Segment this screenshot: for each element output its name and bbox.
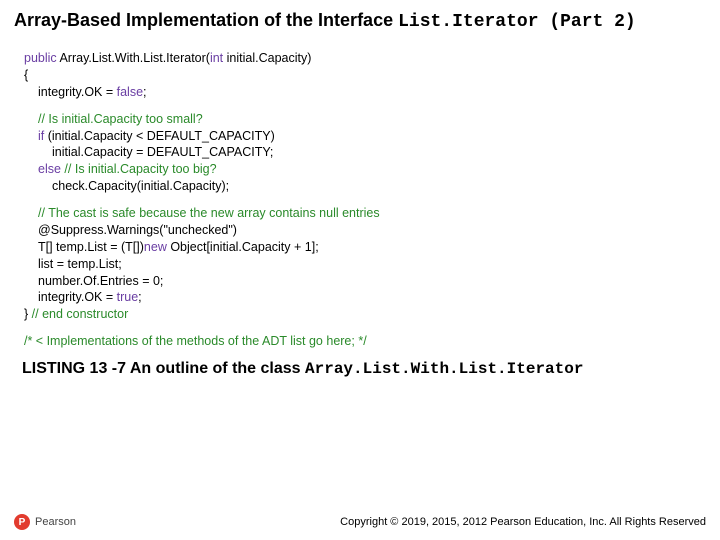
p-icon: P	[14, 514, 30, 530]
code-line: {	[24, 67, 720, 84]
keyword-int: int	[210, 51, 223, 65]
code-line: number.Of.Entries = 0;	[24, 273, 720, 290]
code-line: else // Is initial.Capacity too big?	[24, 161, 720, 178]
code-line: if (initial.Capacity < DEFAULT_CAPACITY)	[24, 128, 720, 145]
code-line: public Array.List.With.List.Iterator(int…	[24, 50, 720, 67]
listing-caption: LISTING 13 -7 An outline of the class Ar…	[0, 350, 720, 378]
listing-text: LISTING 13 -7 An outline of the class	[22, 360, 305, 377]
code-line: check.Capacity(initial.Capacity);	[24, 178, 720, 195]
code-line: @Suppress.Warnings("unchecked")	[24, 222, 720, 239]
code-comment: // Is initial.Capacity too big?	[64, 162, 216, 176]
keyword-true: true	[117, 290, 139, 304]
title-text: Array-Based Implementation of the Interf…	[14, 10, 398, 30]
code-line: T[] temp.List = (T[])new Object[initial.…	[24, 239, 720, 256]
keyword-new: new	[144, 240, 167, 254]
brand-text: Pearson	[35, 516, 76, 528]
slide-title: Array-Based Implementation of the Interf…	[0, 0, 720, 38]
code-comment: /* < Implementations of the methods of t…	[24, 333, 720, 350]
code-comment: // Is initial.Capacity too small?	[24, 111, 720, 128]
code-line: } // end constructor	[24, 306, 720, 323]
code-comment: // end constructor	[32, 307, 129, 321]
code-line: integrity.OK = false;	[24, 84, 720, 101]
keyword-false: false	[117, 85, 143, 99]
keyword-else: else	[38, 162, 61, 176]
title-code: List.Iterator (Part 2)	[398, 12, 636, 32]
code-block: public Array.List.With.List.Iterator(int…	[0, 38, 720, 350]
code-line: list = temp.List;	[24, 256, 720, 273]
footer: P Pearson Copyright © 2019, 2015, 2012 P…	[0, 514, 720, 530]
code-line: integrity.OK = true;	[24, 289, 720, 306]
copyright: Copyright © 2019, 2015, 2012 Pearson Edu…	[340, 516, 706, 528]
code-line: initial.Capacity = DEFAULT_CAPACITY;	[24, 144, 720, 161]
pearson-logo: P Pearson	[14, 514, 76, 530]
code-comment: // The cast is safe because the new arra…	[24, 205, 720, 222]
listing-classname: Array.List.With.List.Iterator	[305, 360, 583, 378]
keyword-public: public	[24, 51, 57, 65]
